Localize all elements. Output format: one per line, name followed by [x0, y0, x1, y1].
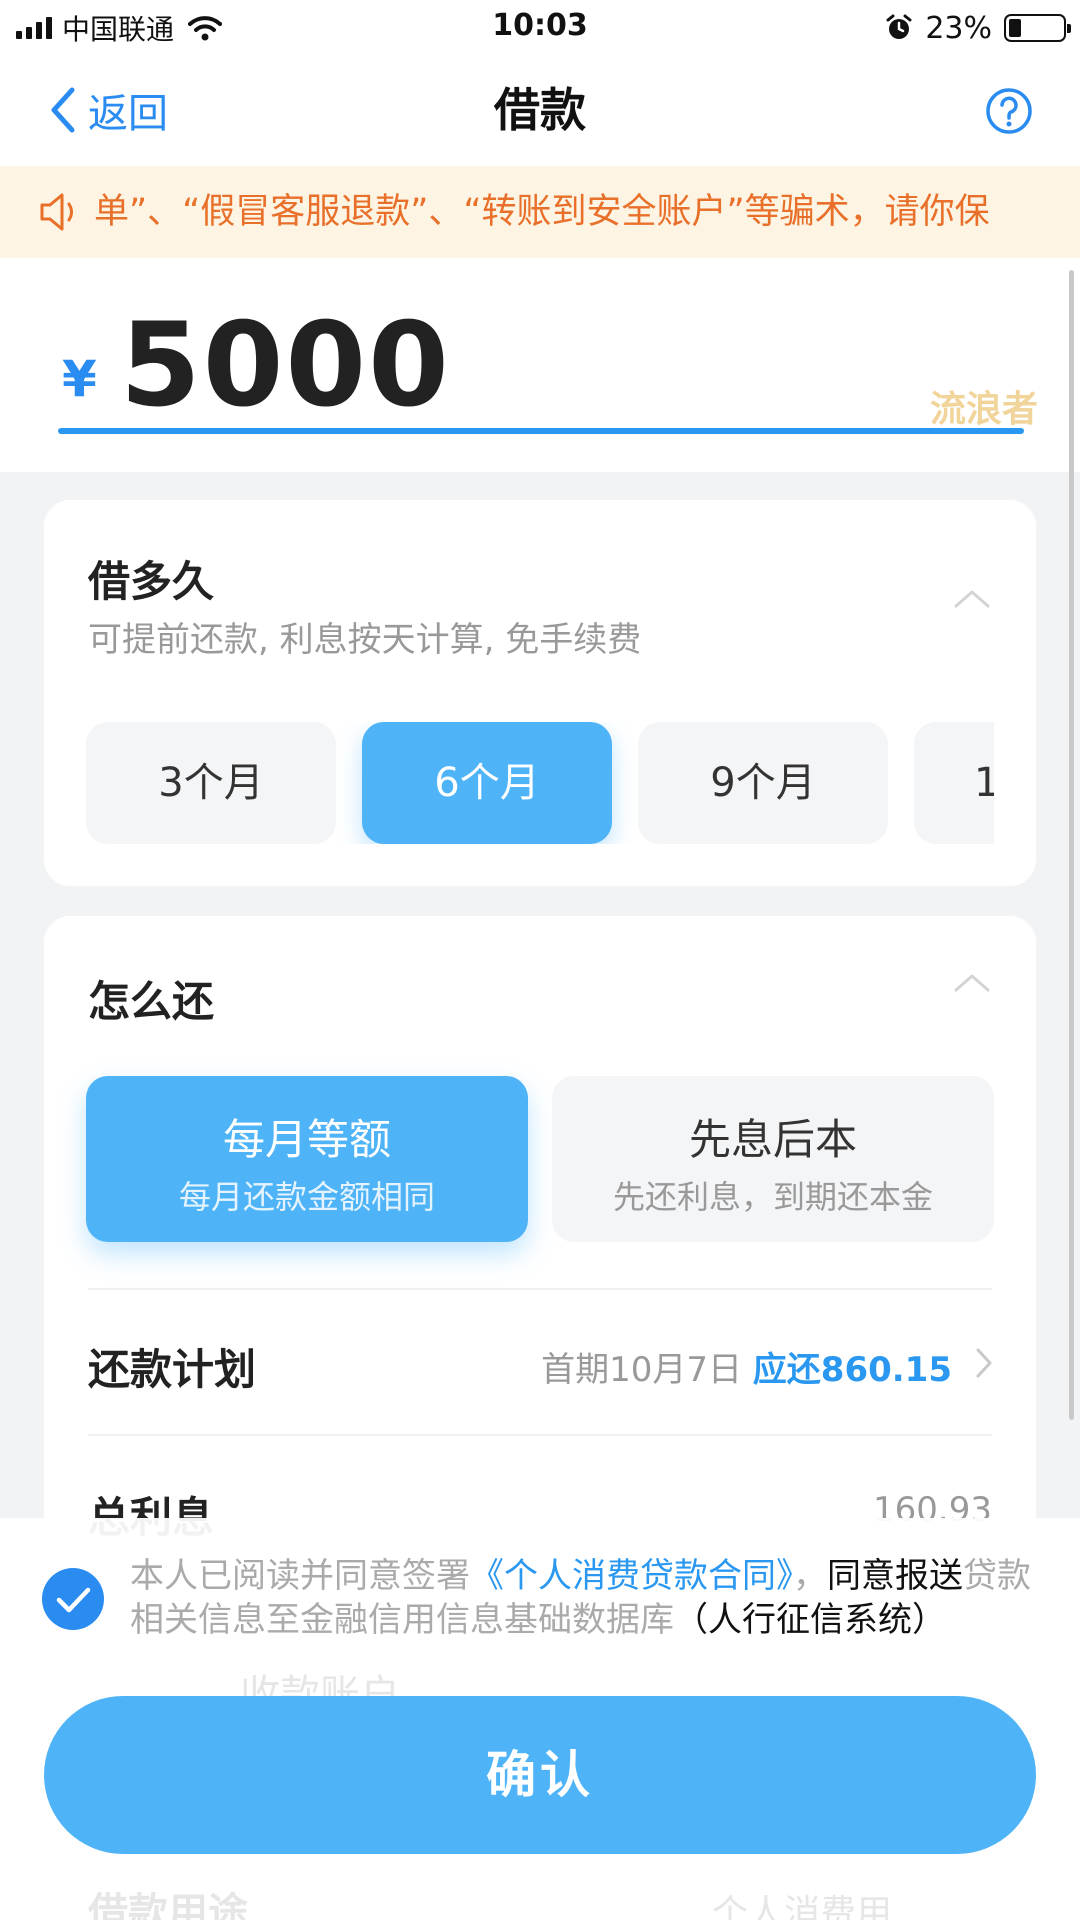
method-equal-monthly[interactable]: 每月等额 每月还款金额相同 [86, 1076, 528, 1242]
credit-system-text: （人行征信系统） [674, 1600, 946, 1640]
method-subtitle: 每月还款金额相同 [178, 1178, 435, 1216]
repayment-plan-label: 还款计划 [88, 1345, 257, 1394]
collapse-chevron-icon[interactable] [952, 970, 992, 994]
amount-input[interactable]: 5000 [120, 298, 451, 433]
term-card-subtitle: 可提前还款, 利息按天计算, 免手续费 [88, 620, 642, 660]
currency-symbol: ¥ [62, 350, 97, 408]
agreement-emphasis: 同意报送 [827, 1556, 963, 1596]
first-payment-date: 首期10月7日 [541, 1350, 742, 1390]
method-title: 先息后本 [688, 1115, 857, 1164]
battery-icon [1004, 14, 1071, 42]
term-card: 借多久 可提前还款, 利息按天计算, 免手续费 3个月 6个月 9个月 1 [44, 500, 1036, 886]
fraud-notice-banner[interactable]: 单”、“假冒客服退款”、“转账到安全账户”等骗术，请你保 [0, 166, 1080, 258]
nav-bar: 返回 借款 [0, 56, 1080, 166]
divider [88, 1434, 992, 1436]
term-options: 3个月 6个月 9个月 1 [86, 722, 994, 844]
amount-underline [58, 428, 1024, 434]
loan-purpose-value: 个人消费用 [712, 1893, 893, 1920]
status-right: 23% [885, 8, 1071, 48]
loan-purpose-label: 借款用途 [88, 1890, 248, 1920]
first-payment-due: 应还860.15 [752, 1350, 952, 1390]
repayment-plan-value: 首期10月7日 应还860.15 [541, 1342, 952, 1391]
collapse-chevron-icon[interactable] [952, 586, 992, 610]
bottom-panel: 收款账户 借款用途 个人消费用 本人已阅读并同意签署《个人消费贷款合同》，同意报… [0, 1518, 1080, 1920]
agree-checkbox[interactable] [42, 1568, 104, 1630]
status-bar: 中国联通 10:03 23% [0, 0, 1080, 56]
amount-section: ¥ 5000 流浪者 [0, 258, 1080, 472]
scrollbar[interactable] [1069, 270, 1074, 1420]
notice-text: 单”、“假冒客服退款”、“转账到安全账户”等骗术，请你保 [94, 192, 990, 232]
method-title: 每月等额 [222, 1115, 391, 1164]
page-title: 借款 [494, 83, 586, 137]
contract-link[interactable]: 《个人消费贷款合同》 [470, 1556, 793, 1596]
term-option-3-months[interactable]: 3个月 [86, 722, 336, 844]
repay-method-card: 怎么还 每月等额 每月还款金额相同 先息后本 先还利息，到期还本金 还款计划 首… [44, 916, 1036, 1576]
watermark: 流浪者 [929, 389, 1038, 430]
agreement-comma: ， [793, 1556, 827, 1596]
help-icon[interactable] [984, 86, 1034, 136]
method-interest-first[interactable]: 先息后本 先还利息，到期还本金 [552, 1076, 994, 1242]
confirm-button[interactable]: 确认 [44, 1696, 1036, 1854]
term-option-6-months[interactable]: 6个月 [362, 722, 612, 844]
repay-card-title: 怎么还 [88, 977, 215, 1026]
divider [88, 1288, 992, 1290]
term-option-12-months[interactable]: 1 [914, 722, 994, 844]
agreement-prefix: 本人已阅读并同意签署 [130, 1556, 470, 1596]
chevron-right-icon [976, 1348, 992, 1378]
term-card-title: 借多久 [88, 557, 215, 606]
battery-percent: 23% [925, 10, 992, 46]
agreement-text: 本人已阅读并同意签署《个人消费贷款合同》，同意报送贷款相关信息至金融信用信息基础… [130, 1554, 1050, 1642]
battery-fill [1009, 19, 1021, 37]
term-option-9-months[interactable]: 9个月 [638, 722, 888, 844]
method-subtitle: 先还利息，到期还本金 [612, 1178, 933, 1216]
speaker-icon [40, 193, 73, 231]
alarm-icon [886, 14, 912, 39]
checkmark-icon [56, 1587, 91, 1613]
